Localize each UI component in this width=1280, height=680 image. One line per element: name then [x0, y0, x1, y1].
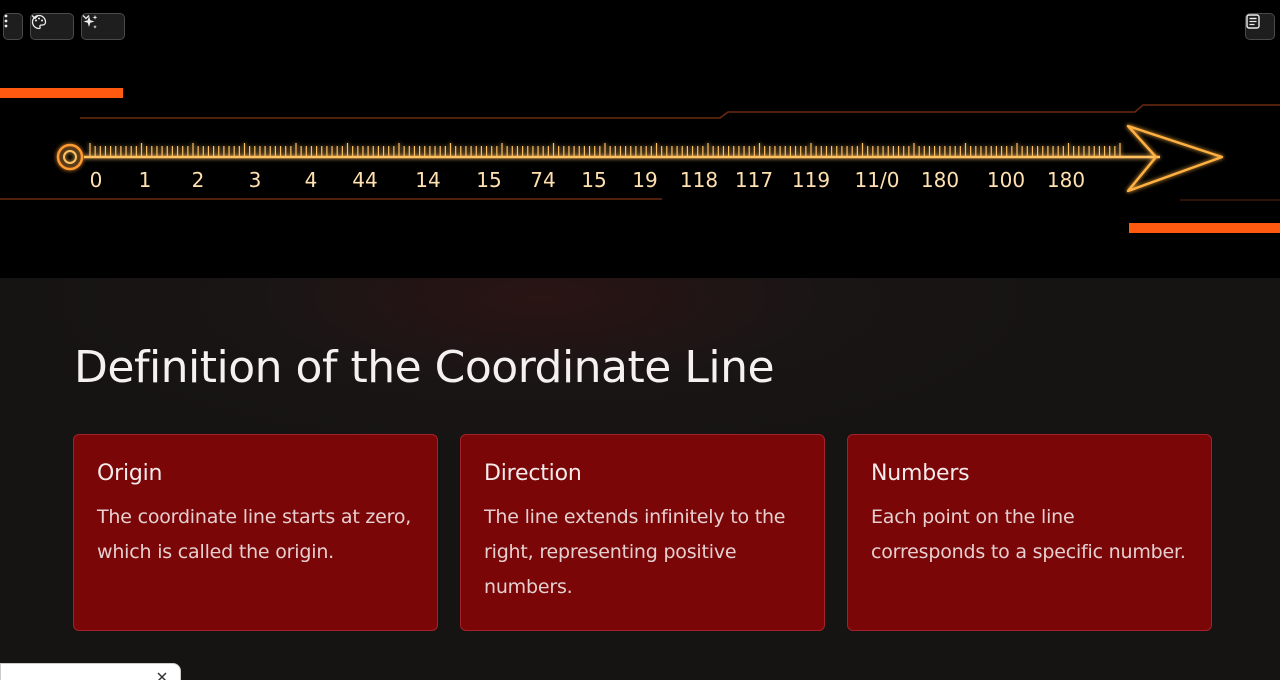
axis-tick-label: 15 — [476, 168, 501, 192]
axis-tick-label: 0 — [90, 168, 103, 192]
card-body: The coordinate line starts at zero, whic… — [97, 506, 412, 563]
slide-title: Definition of the Coordinate Line — [74, 342, 775, 393]
close-icon[interactable] — [155, 670, 169, 680]
ai-assist-button[interactable] — [81, 13, 125, 40]
card-origin: Origin The coordinate line starts at zer… — [73, 434, 438, 631]
origin-marker-inner — [63, 150, 77, 164]
number-line-graphic: 0 1 2 3 4 44 14 15 74 15 19 118 117 119 11/0 180 100 180 — [0, 88, 1280, 233]
axis-tick-label: 44 — [352, 168, 377, 192]
card-heading: Origin — [97, 461, 163, 486]
axis-tick-label: 1 — [139, 168, 152, 192]
card-numbers: Numbers Each point on the line correspon… — [847, 434, 1212, 631]
card-direction: Direction The line extends infinitely to… — [460, 434, 825, 631]
toast-panel — [0, 663, 181, 680]
axis-tick-label: 2 — [192, 168, 205, 192]
axis-tick-label: 3 — [249, 168, 262, 192]
card-heading: Numbers — [871, 461, 970, 486]
axis-tick-labels: 0 1 2 3 4 44 14 15 74 15 19 118 117 119 11/0 180 100 180 — [90, 168, 1085, 192]
card-heading: Direction — [484, 461, 582, 486]
axis-tick-label: 11/0 — [855, 168, 900, 192]
more-options-button[interactable] — [3, 13, 23, 40]
vertical-ellipsis-icon — [4, 14, 8, 28]
notes-button[interactable] — [1245, 13, 1275, 40]
axis-tick-label: 100 — [987, 168, 1025, 192]
hero-image: 0 1 2 3 4 44 14 15 74 15 19 118 117 119 11/0 180 100 180 — [0, 0, 1280, 278]
axis-tick-label: 74 — [530, 168, 555, 192]
accent-bar-right — [1129, 223, 1280, 233]
axis-tick-label: 180 — [1047, 168, 1085, 192]
card-body: Each point on the line corresponds to a … — [871, 506, 1186, 563]
chevron-down-icon — [31, 15, 39, 20]
notes-icon — [1246, 14, 1260, 29]
accent-bar-left — [0, 88, 123, 98]
origin-marker — [56, 143, 84, 171]
axis-tick-label: 4 — [305, 168, 318, 192]
axis-tick-label: 14 — [415, 168, 440, 192]
arrow-head — [1126, 124, 1224, 193]
axis-tick-label: 119 — [792, 168, 830, 192]
theme-button[interactable] — [30, 13, 74, 40]
chevron-down-icon — [82, 15, 90, 20]
axis-tick-label: 118 — [680, 168, 718, 192]
axis-tick-label: 19 — [632, 168, 657, 192]
card-body: The line extends infinitely to the right… — [484, 506, 786, 598]
axis-tick-label: 180 — [921, 168, 959, 192]
slide-content: Definition of the Coordinate Line Origin… — [0, 278, 1280, 680]
axis-ticks — [89, 143, 1121, 157]
guide-line-top — [80, 104, 1280, 119]
axis-tick-label: 15 — [581, 168, 606, 192]
axis-tick-label: 117 — [735, 168, 773, 192]
